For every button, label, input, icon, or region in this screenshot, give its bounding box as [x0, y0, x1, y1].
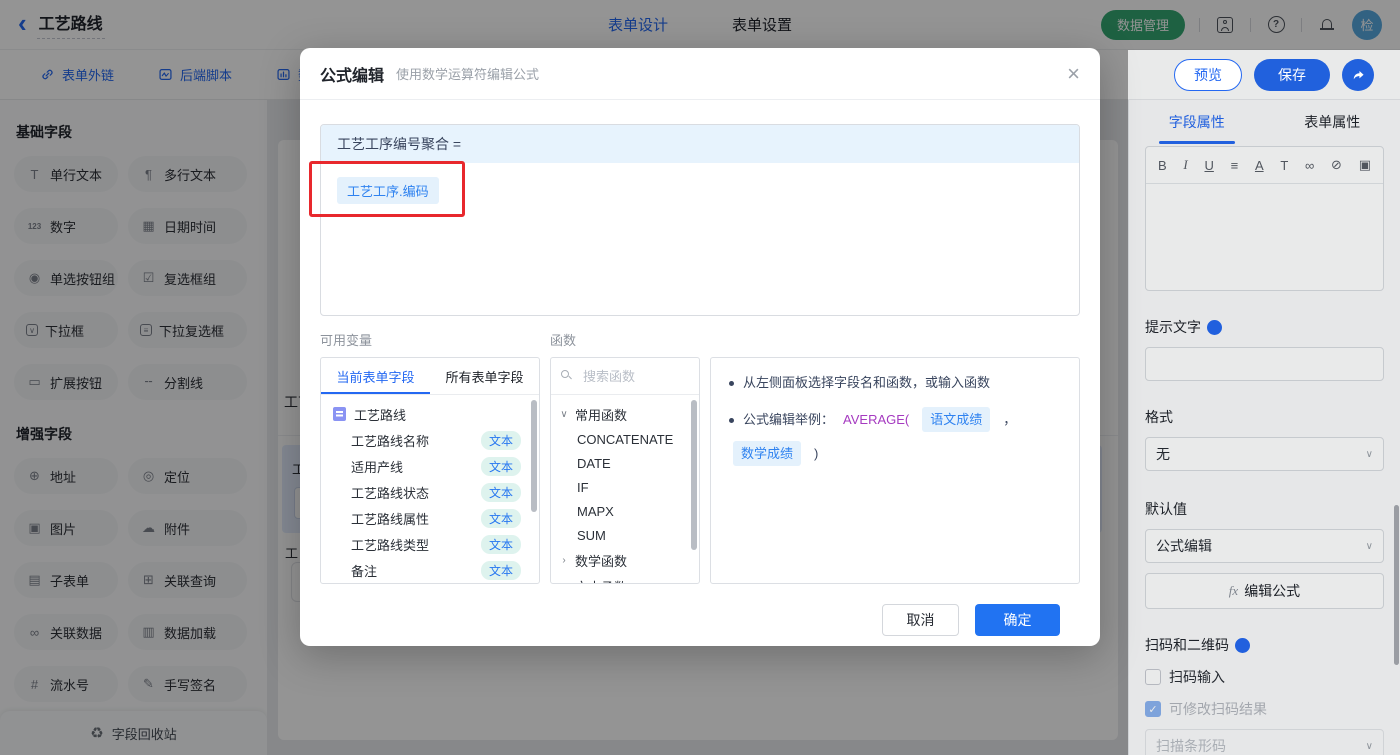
- variables-scrollbar[interactable]: [531, 400, 537, 512]
- save-button[interactable]: 保存: [1254, 59, 1330, 91]
- variable-field-row[interactable]: 工艺路线属性 文本: [321, 505, 539, 531]
- preview-button[interactable]: 预览: [1174, 59, 1242, 91]
- field-type-badge: 文本: [480, 430, 521, 450]
- variable-field-label: 工艺路线类型: [351, 537, 430, 553]
- variables-label: 可用变量: [320, 333, 373, 348]
- formula-edit-modal: 公式编辑 使用数学运算符编辑公式 × 工艺工序编号聚合 = 工艺工序.编码 可用…: [300, 48, 1100, 646]
- field-type-badge: 文本: [480, 508, 521, 528]
- tip-line1: 从左侧面板选择字段名和函数，或输入函数: [743, 375, 991, 390]
- function-search-input[interactable]: [581, 367, 685, 385]
- function-item[interactable]: CONCATENATE: [551, 427, 699, 451]
- tab-all-form-fields[interactable]: 所有表单字段: [430, 358, 539, 394]
- tip-example-prefix: 公式编辑举例：: [743, 412, 835, 427]
- functions-label: 函数: [550, 333, 577, 348]
- field-type-badge: 文本: [480, 456, 521, 476]
- function-group-common[interactable]: ∨ 常用函数: [551, 401, 699, 427]
- formula-token[interactable]: 工艺工序.编码: [337, 177, 439, 204]
- functions-scrollbar[interactable]: [691, 400, 697, 550]
- chevron-down-icon: ∨: [560, 408, 568, 420]
- modal-title: 公式编辑: [320, 67, 385, 85]
- function-group-math[interactable]: › 数学函数: [551, 547, 699, 573]
- variables-panel: 当前表单字段 所有表单字段 工艺路线 工艺路线名称 文本 适用产线 文本 工艺路…: [320, 357, 540, 584]
- variable-field-label: 备注: [351, 563, 378, 579]
- variable-field-row[interactable]: 备注 文本: [321, 557, 539, 583]
- function-search[interactable]: [551, 358, 699, 395]
- tip-function-name: AVERAGE(: [843, 412, 910, 427]
- function-item[interactable]: IF: [551, 475, 699, 499]
- function-item[interactable]: MAPX: [551, 499, 699, 523]
- variable-field-row[interactable]: 工艺路线类型 文本: [321, 531, 539, 557]
- field-type-badge: 文本: [480, 560, 521, 580]
- modal-subtitle: 使用数学运算符编辑公式: [396, 67, 540, 82]
- close-icon[interactable]: ×: [1067, 62, 1080, 85]
- confirm-button[interactable]: 确定: [975, 604, 1060, 636]
- light-overlay: [1128, 50, 1400, 755]
- variable-field-row[interactable]: 适用产线 文本: [321, 453, 539, 479]
- field-type-badge: 文本: [480, 534, 521, 554]
- form-actions: 预览 保存: [1174, 59, 1374, 91]
- function-group-text[interactable]: › 文本函数: [551, 573, 699, 584]
- function-item[interactable]: SUM: [551, 523, 699, 547]
- variable-field-row[interactable]: 工艺路线状态 文本: [321, 479, 539, 505]
- example-token: 语文成绩: [922, 407, 991, 432]
- field-type-badge: 文本: [480, 482, 521, 502]
- functions-panel: ∨ 常用函数 CONCATENATEDATEIFMAPXSUM › 数学函数 ›: [550, 357, 700, 584]
- share-arrow-icon: [1353, 70, 1364, 79]
- formula-target: 工艺工序编号聚合 =: [321, 125, 1079, 163]
- chevron-right-icon: ›: [562, 554, 566, 566]
- tree-root-form[interactable]: 工艺路线: [321, 401, 539, 427]
- form-doc-icon: [333, 407, 346, 421]
- variable-field-label: 工艺路线状态: [351, 485, 430, 501]
- variable-field-row[interactable]: 工艺路线名称 文本: [321, 427, 539, 453]
- app-window: ‹ 工艺路线 表单设计 表单设置 数据管理 检 表单外链 后端脚本: [0, 0, 1400, 755]
- example-token: 数学成绩: [733, 441, 802, 466]
- search-icon: [561, 370, 573, 382]
- chevron-right-icon: ›: [559, 581, 569, 584]
- window-scrollbar[interactable]: [1394, 505, 1399, 665]
- formula-editor[interactable]: 工艺工序编号聚合 = 工艺工序.编码: [320, 124, 1080, 316]
- variable-field-label: 工艺路线属性: [351, 511, 430, 527]
- tips-panel: 从左侧面板选择字段名和函数，或输入函数 公式编辑举例： AVERAGE(语文成绩，…: [710, 357, 1080, 584]
- cancel-button[interactable]: 取消: [882, 604, 959, 636]
- share-button[interactable]: [1342, 59, 1374, 91]
- tab-current-form-fields[interactable]: 当前表单字段: [321, 358, 430, 394]
- modal-backdrop[interactable]: [1128, 0, 1400, 50]
- variable-field-label: 适用产线: [351, 459, 404, 475]
- variable-field-row[interactable]: 文本: [321, 583, 539, 584]
- variable-field-label: 工艺路线名称: [351, 433, 430, 449]
- function-item[interactable]: DATE: [551, 451, 699, 475]
